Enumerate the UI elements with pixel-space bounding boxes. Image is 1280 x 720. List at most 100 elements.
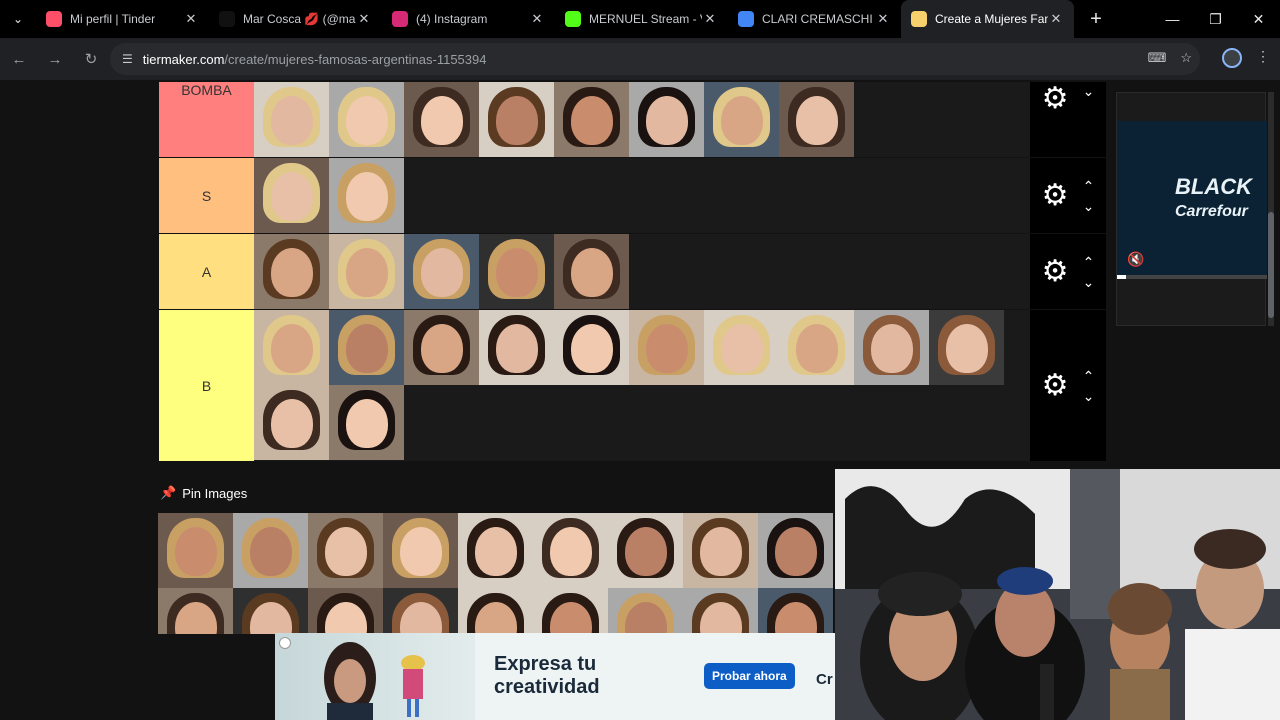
address-bar[interactable]: ☰ tiermaker.com/create/mujeres-famosas-a… xyxy=(110,43,1200,75)
forward-arrow-icon[interactable]: → xyxy=(38,42,72,76)
tier-label[interactable]: B xyxy=(159,310,254,461)
tier-image[interactable] xyxy=(479,82,554,157)
pin-image[interactable] xyxy=(608,513,683,588)
restore-icon[interactable]: ❐ xyxy=(1194,0,1237,38)
close-window-icon[interactable]: ✕ xyxy=(1237,0,1280,38)
tier-image[interactable] xyxy=(554,310,629,385)
photo-face xyxy=(570,323,613,373)
chevron-down-icon[interactable]: ⌄ xyxy=(1083,199,1095,213)
tier-image[interactable] xyxy=(929,310,1004,385)
tier-image[interactable] xyxy=(404,82,479,157)
tab-close-icon[interactable]: ✕ xyxy=(875,11,891,27)
tier-image[interactable] xyxy=(404,310,479,385)
ad-video[interactable]: BLACK Carrefour 🔇 xyxy=(1117,121,1267,275)
gear-icon[interactable]: ⚙ xyxy=(1042,370,1069,401)
bottom-banner-ad[interactable]: Expresa tu creatividad Probar ahora Cr xyxy=(275,633,835,720)
tab-close-icon[interactable]: ✕ xyxy=(702,11,718,27)
back-arrow-icon[interactable]: ← xyxy=(2,42,36,76)
mute-icon[interactable]: 🔇 xyxy=(1127,251,1144,268)
new-tab-button[interactable]: + xyxy=(1082,8,1110,31)
pin-image[interactable] xyxy=(233,513,308,588)
bookmark-star-icon[interactable]: ☆ xyxy=(1180,50,1192,66)
tier-image[interactable] xyxy=(329,82,404,157)
photo-face xyxy=(174,526,217,576)
tier-image[interactable] xyxy=(629,82,704,157)
photo-face xyxy=(570,247,613,297)
chevron-up-icon[interactable]: ⌃ xyxy=(1083,179,1095,193)
pin-image[interactable] xyxy=(158,513,233,588)
tier-image[interactable] xyxy=(704,82,779,157)
minimize-icon[interactable]: — xyxy=(1151,0,1194,38)
scrollbar[interactable] xyxy=(1268,92,1274,326)
profile-avatar[interactable] xyxy=(1222,48,1242,68)
pin-image[interactable] xyxy=(383,588,458,634)
tier-image[interactable] xyxy=(554,82,629,157)
browser-tab[interactable]: Mi perfil | Tinder ✕ xyxy=(36,0,209,38)
chevron-down-icon[interactable]: ⌄ xyxy=(1083,389,1095,403)
pin-image[interactable] xyxy=(308,513,383,588)
tier-image[interactable] xyxy=(254,310,329,385)
ad-choices-icon[interactable] xyxy=(279,637,291,649)
ad-illustration xyxy=(324,642,425,720)
tier-image[interactable] xyxy=(254,385,329,460)
pin-image[interactable] xyxy=(533,588,608,634)
pin-image[interactable] xyxy=(458,513,533,588)
tier-image[interactable] xyxy=(629,310,704,385)
tier-image[interactable] xyxy=(479,310,554,385)
side-video-ad[interactable]: BLACK Carrefour 🔇 xyxy=(1116,92,1267,326)
scrollbar-thumb[interactable] xyxy=(1268,212,1274,318)
tier-image[interactable] xyxy=(554,234,629,309)
tab-close-icon[interactable]: ✕ xyxy=(1048,11,1064,27)
tier-image[interactable] xyxy=(779,82,854,157)
tab-close-icon[interactable]: ✕ xyxy=(183,11,199,27)
pin-image[interactable] xyxy=(683,588,758,634)
chevron-down-icon[interactable]: ⌄ xyxy=(1083,275,1095,289)
tier-move-arrows: ⌃ ⌄ xyxy=(1083,179,1095,213)
pin-image[interactable] xyxy=(308,588,383,634)
tier-label[interactable]: S xyxy=(159,158,254,233)
pin-image[interactable] xyxy=(533,513,608,588)
browser-tab[interactable]: Create a Mujeres Fam ✕ xyxy=(901,0,1074,38)
chevron-up-icon[interactable]: ⌃ xyxy=(1083,255,1095,269)
tier-image[interactable] xyxy=(329,158,404,233)
browser-tab[interactable]: MERNUEL Stream - V ✕ xyxy=(555,0,728,38)
browser-tab[interactable]: (4) Instagram ✕ xyxy=(382,0,555,38)
page-content: BOMBA ⚙ ⌄ S ⚙ ⌃ ⌄ A ⚙ ⌃ ⌄ B ⚙ ⌃ ⌄ 📌 Pin Images BLACK C… xyxy=(0,80,1280,720)
chevron-down-icon[interactable]: ⌄ xyxy=(1083,84,1095,98)
tier-image[interactable] xyxy=(404,234,479,309)
pin-image[interactable] xyxy=(233,588,308,634)
site-settings-icon[interactable]: ☰ xyxy=(122,52,133,66)
tier-image[interactable] xyxy=(854,310,929,385)
browser-tab[interactable]: Mar Cosca 💋 (@maa ✕ xyxy=(209,0,382,38)
reload-icon[interactable]: ↻ xyxy=(74,42,108,76)
tier-label[interactable]: BOMBA xyxy=(159,82,254,157)
tier-label[interactable]: A xyxy=(159,234,254,309)
pin-image[interactable] xyxy=(158,588,233,634)
tab-search-chevron-icon[interactable]: ⌄ xyxy=(0,0,36,38)
pin-image[interactable] xyxy=(383,513,458,588)
tier-image[interactable] xyxy=(329,385,404,460)
pin-image[interactable] xyxy=(608,588,683,634)
tier-image[interactable] xyxy=(479,234,554,309)
pin-image[interactable] xyxy=(458,588,533,634)
pin-image[interactable] xyxy=(758,588,833,634)
gear-icon[interactable]: ⚙ xyxy=(1042,180,1069,211)
tier-image[interactable] xyxy=(329,234,404,309)
tab-close-icon[interactable]: ✕ xyxy=(356,11,372,27)
browser-tab[interactable]: CLARI CREMASCHI - ✕ xyxy=(728,0,901,38)
tier-image[interactable] xyxy=(254,158,329,233)
tier-image[interactable] xyxy=(254,82,329,157)
tab-close-icon[interactable]: ✕ xyxy=(529,11,545,27)
pin-image[interactable] xyxy=(683,513,758,588)
translate-icon[interactable]: ⌨ xyxy=(1148,50,1167,66)
ad-cta-button[interactable]: Probar ahora xyxy=(704,663,795,689)
gear-icon[interactable]: ⚙ xyxy=(1042,256,1069,287)
menu-kebab-icon[interactable]: ⋮ xyxy=(1256,48,1270,68)
tier-image[interactable] xyxy=(704,310,779,385)
tier-image[interactable] xyxy=(329,310,404,385)
gear-icon[interactable]: ⚙ xyxy=(1042,84,1069,114)
tier-image[interactable] xyxy=(779,310,854,385)
tier-image[interactable] xyxy=(254,234,329,309)
pin-image[interactable] xyxy=(758,513,833,588)
chevron-up-icon[interactable]: ⌃ xyxy=(1083,369,1095,383)
